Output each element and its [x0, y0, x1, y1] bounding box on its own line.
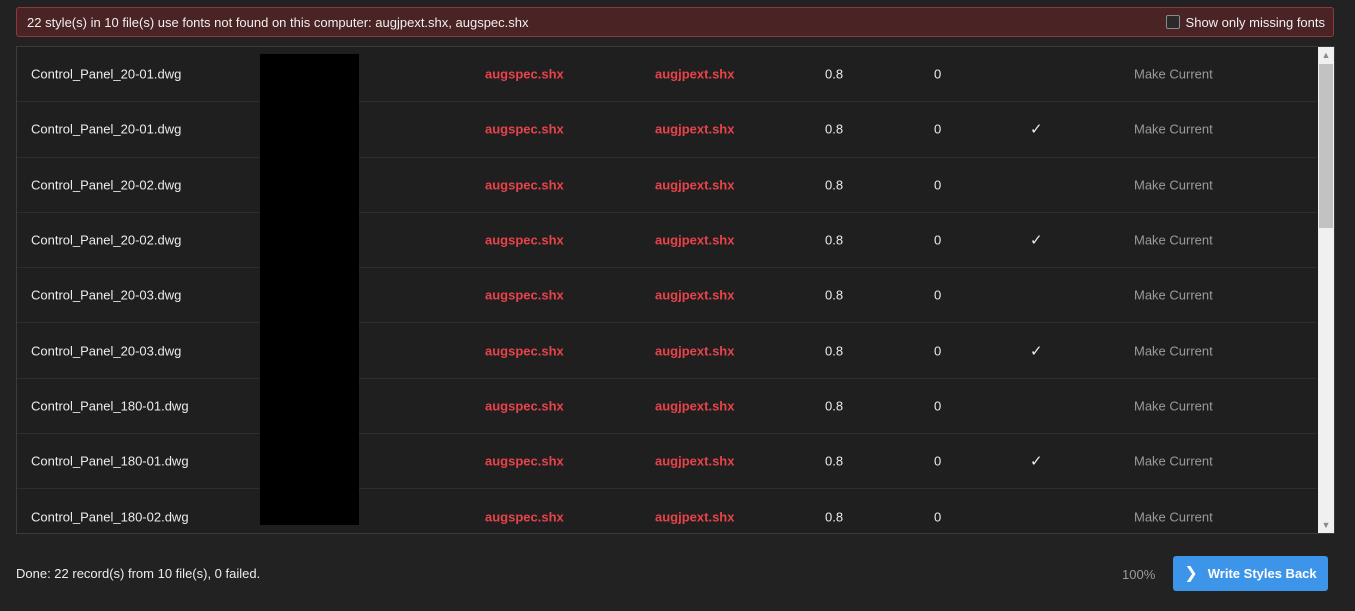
oblique-angle-cell: 0: [934, 287, 942, 303]
width-factor-cell: 0.8: [825, 232, 844, 248]
width-factor-cell: 0.8: [825, 343, 844, 359]
bigfont-cell: augjpext.shx: [655, 343, 735, 359]
status-message: Done: 22 record(s) from 10 file(s), 0 fa…: [16, 566, 261, 581]
table-row: Control_Panel_180-02.dwg augspec.shx aug…: [17, 489, 1317, 533]
font-cell: augspec.shx: [485, 453, 564, 469]
oblique-angle-cell: 0: [934, 509, 942, 525]
table-row: Control_Panel_20-03.dwg augspec.shx augj…: [17, 268, 1317, 324]
oblique-angle-cell: 0: [934, 232, 942, 248]
oblique-angle-cell: 0: [934, 453, 942, 469]
show-only-missing-label: Show only missing fonts: [1185, 14, 1325, 30]
make-current-link[interactable]: Make Current: [1134, 343, 1213, 358]
bigfont-cell: augjpext.shx: [655, 287, 735, 303]
table-row: Control_Panel_180-01.dwg augspec.shx aug…: [17, 379, 1317, 435]
bigfont-cell: augjpext.shx: [655, 232, 735, 248]
oblique-angle-cell: 0: [934, 66, 942, 82]
font-cell: augspec.shx: [485, 121, 564, 137]
vertical-scrollbar[interactable]: ▲ ▼: [1318, 47, 1334, 533]
scroll-down-arrow-icon[interactable]: ▼: [1318, 517, 1334, 533]
current-check-cell: ✓: [1030, 342, 1043, 360]
file-name-cell: Control_Panel_180-01.dwg: [31, 453, 189, 469]
table-row: Control_Panel_20-01.dwg augspec.shx augj…: [17, 102, 1317, 158]
missing-fonts-message: 22 style(s) in 10 file(s) use fonts not …: [27, 14, 529, 30]
oblique-angle-cell: 0: [934, 398, 942, 414]
oblique-angle-cell: 0: [934, 343, 942, 359]
bigfont-cell: augjpext.shx: [655, 509, 735, 525]
file-name-cell: Control_Panel_180-01.dwg: [31, 398, 189, 414]
current-check-cell: ✓: [1030, 232, 1043, 250]
write-styles-back-label: Write Styles Back: [1207, 566, 1317, 581]
styles-table: Control_Panel_20-01.dwg augspec.shx augj…: [16, 46, 1335, 534]
missing-fonts-banner: 22 style(s) in 10 file(s) use fonts not …: [16, 7, 1334, 37]
font-cell: augspec.shx: [485, 343, 564, 359]
table-row: Control_Panel_20-03.dwg augspec.shx augj…: [17, 323, 1317, 379]
bigfont-cell: augjpext.shx: [655, 66, 735, 82]
file-name-cell: Control_Panel_180-02.dwg: [31, 509, 189, 525]
font-cell: augspec.shx: [485, 398, 564, 414]
chevron-right-icon: ❯: [1184, 564, 1198, 582]
table-row: Control_Panel_180-01.dwg augspec.shx aug…: [17, 434, 1317, 490]
show-only-missing-checkbox[interactable]: [1165, 15, 1180, 29]
oblique-angle-cell: 0: [934, 121, 942, 137]
width-factor-cell: 0.8: [825, 453, 844, 469]
scroll-up-arrow-icon[interactable]: ▲: [1318, 47, 1334, 63]
width-factor-cell: 0.8: [825, 177, 844, 193]
file-name-cell: Control_Panel_20-01.dwg: [31, 121, 182, 137]
write-styles-back-button[interactable]: ❯ Write Styles Back: [1173, 556, 1328, 591]
width-factor-cell: 0.8: [825, 121, 844, 137]
font-cell: augspec.shx: [485, 232, 564, 248]
table-row: Control_Panel_20-01.dwg augspec.shx augj…: [17, 47, 1317, 103]
bigfont-cell: augjpext.shx: [655, 177, 735, 193]
make-current-link[interactable]: Make Current: [1134, 67, 1213, 82]
bigfont-cell: augjpext.shx: [655, 453, 735, 469]
styles-table-body: Control_Panel_20-01.dwg augspec.shx augj…: [17, 47, 1317, 533]
make-current-link[interactable]: Make Current: [1134, 509, 1213, 524]
file-name-cell: Control_Panel_20-03.dwg: [31, 343, 182, 359]
current-check-cell: ✓: [1030, 453, 1043, 471]
file-name-cell: Control_Panel_20-03.dwg: [31, 287, 182, 303]
bigfont-cell: augjpext.shx: [655, 398, 735, 414]
file-name-cell: Control_Panel_20-02.dwg: [31, 232, 182, 248]
current-check-cell: ✓: [1030, 121, 1043, 139]
font-cell: augspec.shx: [485, 287, 564, 303]
make-current-link[interactable]: Make Current: [1134, 398, 1213, 413]
width-factor-cell: 0.8: [825, 509, 844, 525]
zoom-level: 100%: [1122, 567, 1156, 582]
width-factor-cell: 0.8: [825, 66, 844, 82]
bigfont-cell: augjpext.shx: [655, 121, 735, 137]
table-row: Control_Panel_20-02.dwg augspec.shx augj…: [17, 158, 1317, 213]
oblique-angle-cell: 0: [934, 177, 942, 193]
font-cell: augspec.shx: [485, 66, 564, 82]
redacted-column-block: [260, 54, 359, 525]
make-current-link[interactable]: Make Current: [1134, 233, 1213, 248]
make-current-link[interactable]: Make Current: [1134, 122, 1213, 137]
file-name-cell: Control_Panel_20-01.dwg: [31, 66, 182, 82]
width-factor-cell: 0.8: [825, 398, 844, 414]
font-cell: augspec.shx: [485, 177, 564, 193]
make-current-link[interactable]: Make Current: [1134, 177, 1213, 192]
file-name-cell: Control_Panel_20-02.dwg: [31, 177, 182, 193]
scrollbar-thumb[interactable]: [1319, 64, 1333, 228]
make-current-link[interactable]: Make Current: [1134, 288, 1213, 303]
font-cell: augspec.shx: [485, 509, 564, 525]
make-current-link[interactable]: Make Current: [1134, 454, 1213, 469]
table-row: Control_Panel_20-02.dwg augspec.shx augj…: [17, 213, 1317, 269]
width-factor-cell: 0.8: [825, 287, 844, 303]
show-only-missing-toggle[interactable]: Show only missing fonts: [1165, 14, 1325, 30]
